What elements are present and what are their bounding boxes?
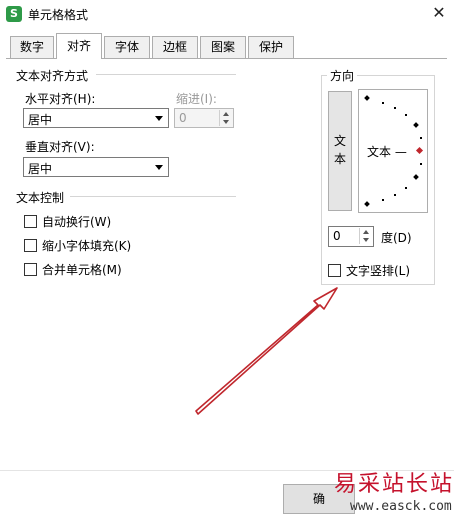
- annotation-arrow: [195, 287, 338, 415]
- watermark-logo: 易采站长站: [334, 472, 454, 497]
- tab-alignment[interactable]: 对齐: [56, 33, 102, 59]
- watermark-url: www.easck.com: [350, 499, 452, 514]
